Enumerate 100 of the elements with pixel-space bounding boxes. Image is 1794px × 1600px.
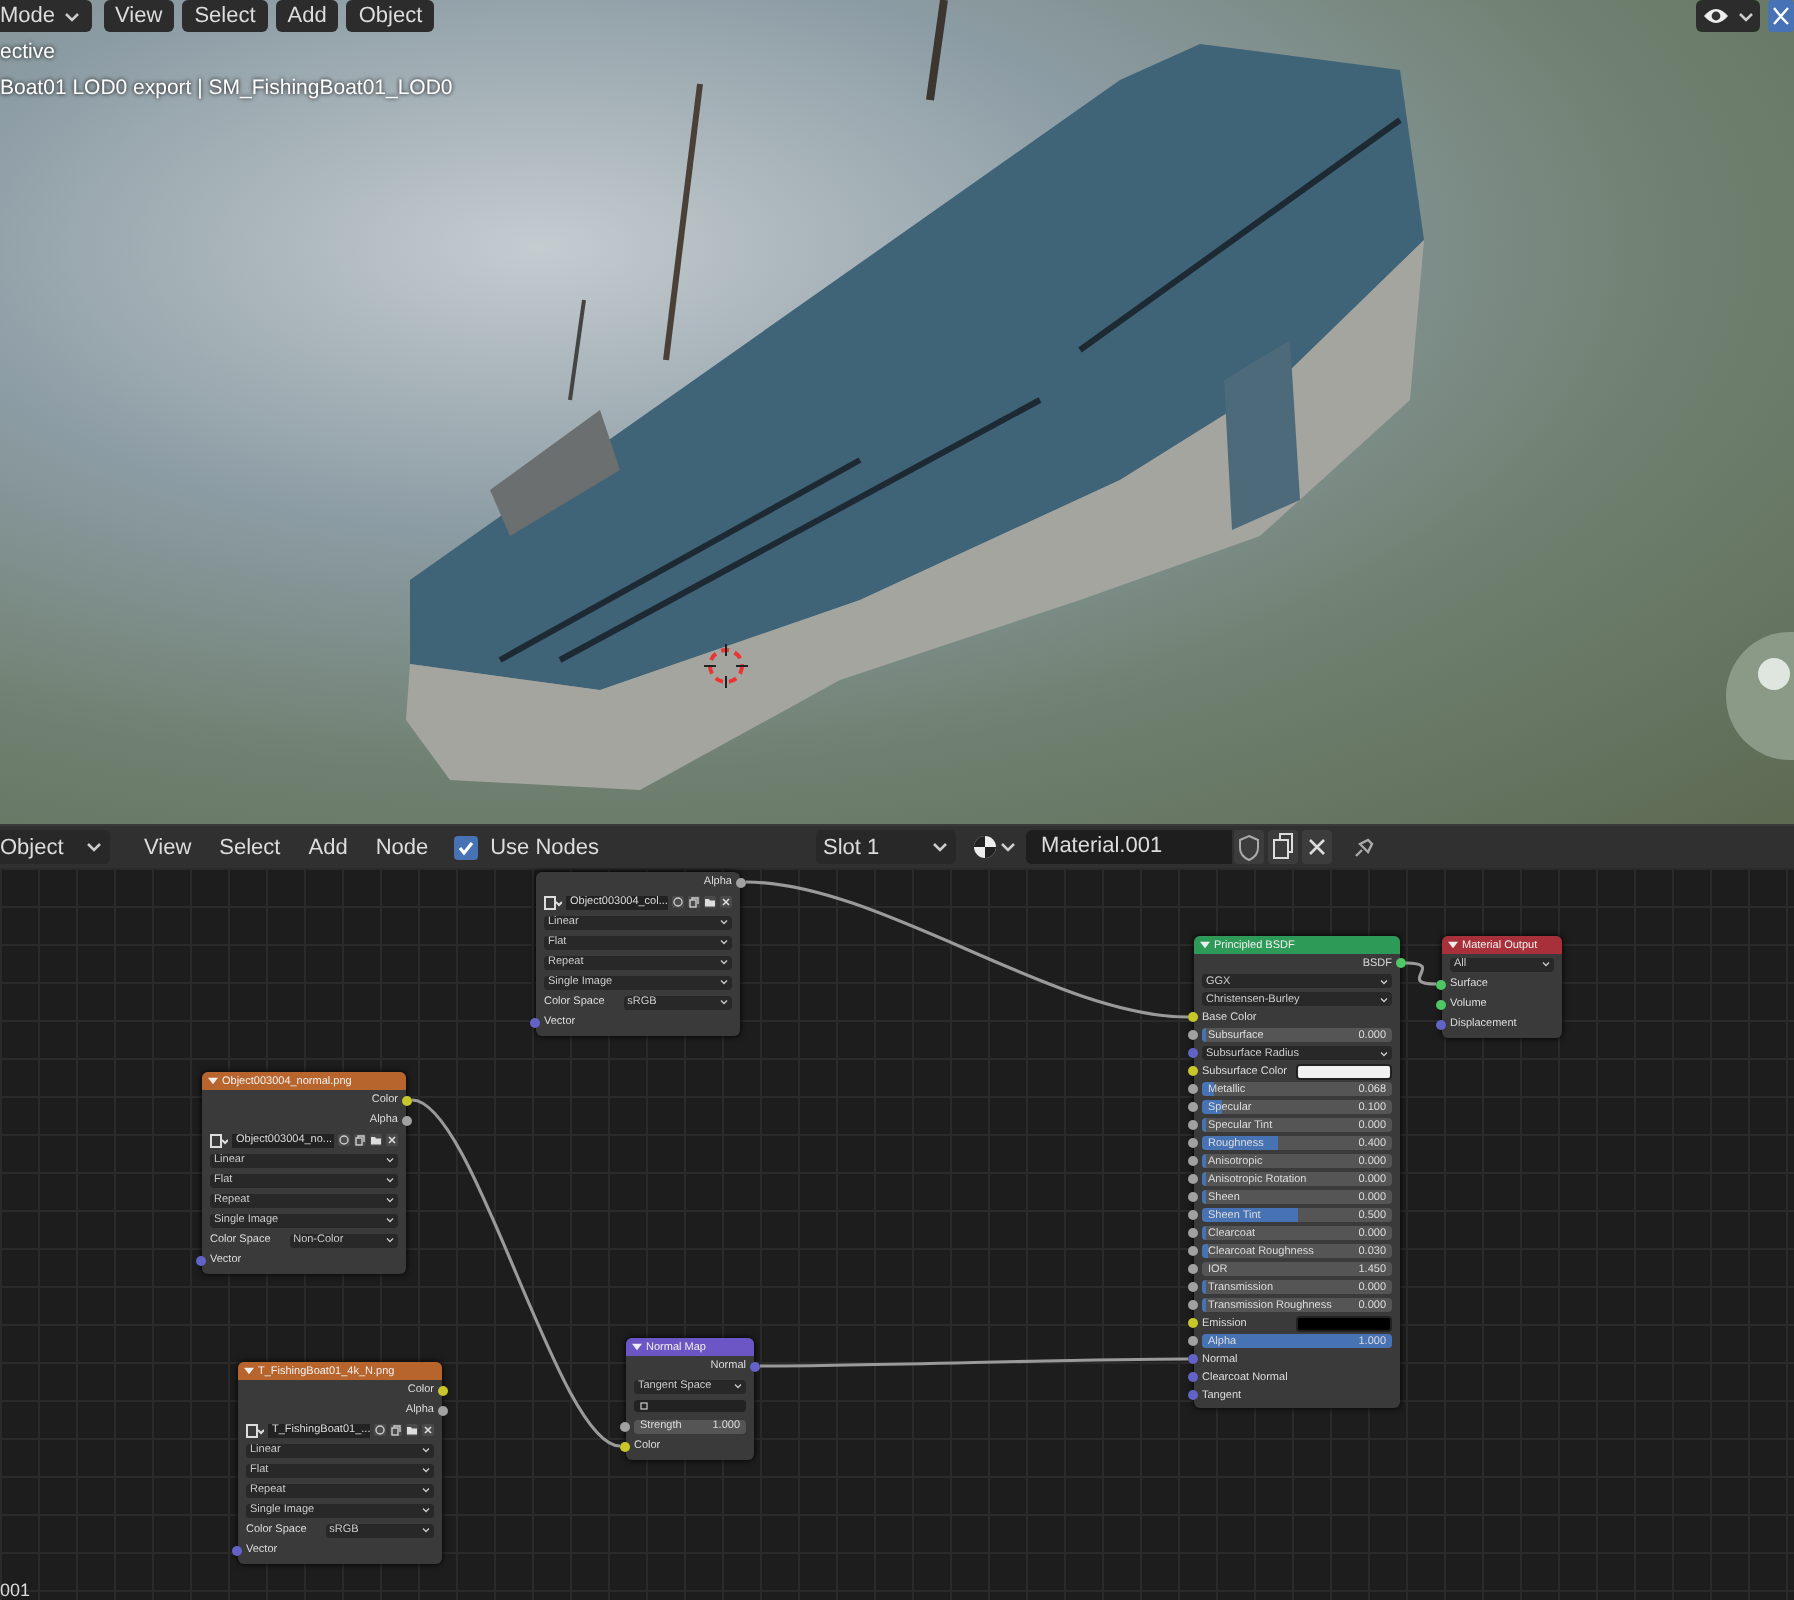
image-browse-icon[interactable] <box>210 1133 228 1147</box>
socket-icon[interactable] <box>402 1095 412 1105</box>
collapse-caret-icon <box>1448 940 1458 950</box>
socket-icon[interactable] <box>1436 979 1446 989</box>
socket-icon[interactable] <box>1188 1264 1198 1274</box>
caret-icon <box>386 1176 394 1184</box>
fake-user-icon[interactable] <box>338 1134 350 1146</box>
caret-icon <box>734 1382 742 1390</box>
caret-icon <box>720 978 728 986</box>
image-browse-icon[interactable] <box>246 1423 264 1437</box>
caret-icon <box>386 1196 394 1204</box>
caret-icon <box>999 840 1016 854</box>
menu-button[interactable]: Add <box>294 835 362 859</box>
shield-icon[interactable] <box>1233 830 1264 864</box>
checkbox-label: Use Nodes <box>490 835 600 859</box>
socket-icon[interactable] <box>1188 1336 1198 1346</box>
sphere-icon <box>971 834 998 860</box>
node-link <box>1405 961 1437 986</box>
socket-icon[interactable] <box>1188 1300 1198 1310</box>
caret-icon <box>1380 1049 1388 1057</box>
caret-icon <box>1542 960 1550 968</box>
socket-icon[interactable] <box>1188 1246 1198 1256</box>
collapse-caret-icon <box>244 1366 254 1376</box>
caret-icon <box>386 1216 394 1224</box>
socket-icon[interactable] <box>1436 999 1446 1009</box>
socket-icon[interactable] <box>1188 1282 1198 1292</box>
menu-button[interactable]: Select <box>205 835 295 859</box>
duplicate-icon[interactable] <box>1267 830 1298 864</box>
socket-icon[interactable] <box>1188 1120 1198 1130</box>
duplicate-icon[interactable] <box>688 896 700 908</box>
folder-icon[interactable] <box>370 1134 382 1146</box>
menu-button[interactable]: View <box>130 835 206 859</box>
collapse-caret-icon <box>208 1076 218 1086</box>
viewport-text: Boat01 LOD0 export | SM_FishingBoat01_LOD0 <box>0 74 455 104</box>
node-panel[interactable] <box>1194 936 1400 1408</box>
close-icon[interactable] <box>1301 830 1332 864</box>
color-swatch[interactable] <box>1296 1315 1392 1331</box>
caret-icon <box>720 918 728 926</box>
3d-cursor-icon <box>704 644 748 688</box>
socket-icon[interactable] <box>1188 1192 1198 1202</box>
uv-map-field[interactable] <box>634 1400 746 1412</box>
caret-icon <box>422 1466 430 1474</box>
socket-icon[interactable] <box>1188 1084 1198 1094</box>
material-name-field[interactable]: Material.001 <box>1025 830 1232 864</box>
collapse-caret-icon <box>632 1342 642 1352</box>
caret-icon <box>386 1156 394 1164</box>
socket-icon[interactable] <box>1188 1066 1198 1076</box>
caret-icon <box>720 998 728 1006</box>
fake-user-icon[interactable] <box>374 1424 386 1436</box>
socket-icon[interactable] <box>1188 1030 1198 1040</box>
image-browse-icon[interactable] <box>544 895 562 909</box>
folder-icon[interactable] <box>704 896 716 908</box>
visibility-dropdown[interactable] <box>1696 0 1760 32</box>
caret-icon <box>422 1506 430 1514</box>
caret-icon <box>1380 977 1388 985</box>
duplicate-icon[interactable] <box>354 1134 366 1146</box>
slot-dropdown[interactable]: Slot 1 <box>815 830 956 864</box>
material-label: 001 <box>0 1580 31 1600</box>
socket-icon[interactable] <box>1396 958 1406 968</box>
socket-icon[interactable] <box>1188 1174 1198 1184</box>
caret-icon <box>422 1446 430 1454</box>
close-icon[interactable] <box>386 1134 398 1146</box>
socket-icon[interactable] <box>620 1421 630 1431</box>
socket-icon[interactable] <box>438 1405 448 1415</box>
caret-icon <box>1380 995 1388 1003</box>
use-nodes-checkbox[interactable] <box>454 835 479 859</box>
color-swatch[interactable] <box>1296 1063 1392 1079</box>
socket-icon[interactable] <box>1188 1210 1198 1220</box>
caret-icon <box>386 1236 394 1244</box>
socket-icon[interactable] <box>402 1115 412 1125</box>
close-icon[interactable] <box>720 896 732 908</box>
socket-icon[interactable] <box>736 877 746 887</box>
caret-icon <box>63 9 80 23</box>
object-dropdown[interactable]: Object <box>0 830 110 864</box>
menu-button[interactable]: Add <box>275 0 339 32</box>
sphere-drawing <box>1724 630 1794 762</box>
socket-icon[interactable] <box>620 1441 630 1451</box>
caret-icon <box>720 938 728 946</box>
menu-button[interactable]: Select <box>182 0 268 32</box>
menu-button[interactable]: Object <box>346 0 435 32</box>
socket-icon[interactable] <box>1188 1102 1198 1112</box>
duplicate-icon[interactable] <box>390 1424 402 1436</box>
caret-icon <box>720 958 728 966</box>
close-icon[interactable] <box>422 1424 434 1436</box>
eye-icon <box>1702 6 1730 26</box>
socket-icon[interactable] <box>1188 1138 1198 1148</box>
socket-icon[interactable] <box>438 1385 448 1395</box>
folder-icon[interactable] <box>406 1424 418 1436</box>
mode-dropdown[interactable]: Mode <box>0 0 92 32</box>
menu-button[interactable]: View <box>103 0 175 32</box>
caret-icon <box>86 840 102 854</box>
socket-icon[interactable] <box>1188 1156 1198 1166</box>
fake-user-icon[interactable] <box>672 896 684 908</box>
caret-icon <box>1738 9 1754 23</box>
socket-icon[interactable] <box>1188 1228 1198 1238</box>
menu-button[interactable]: Node <box>361 835 443 859</box>
socket-icon[interactable] <box>1188 1318 1198 1328</box>
viewport-text: ective <box>0 38 57 68</box>
socket-icon[interactable] <box>1188 1012 1198 1022</box>
caret-icon <box>422 1486 430 1494</box>
